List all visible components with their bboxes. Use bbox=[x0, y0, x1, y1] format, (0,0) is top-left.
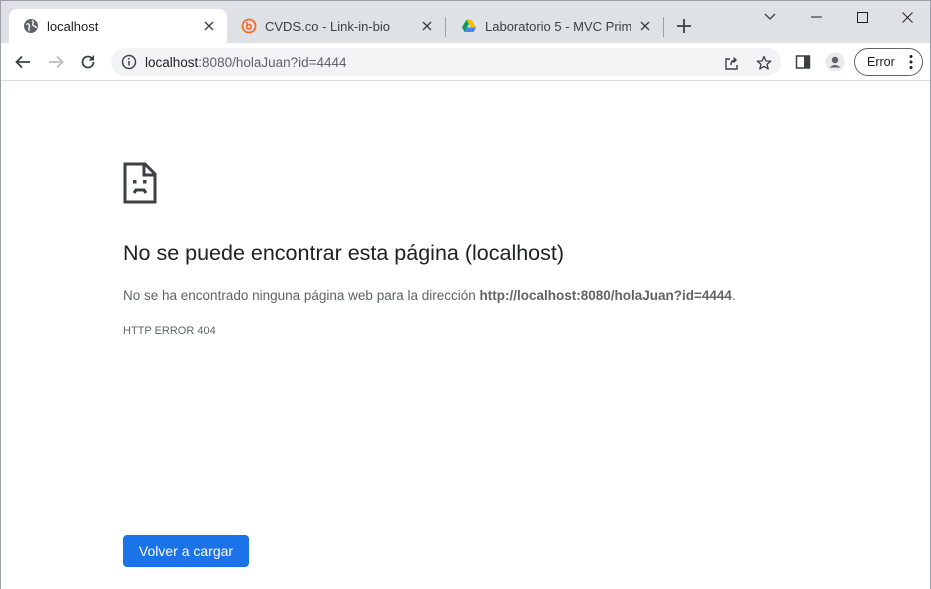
error-description-prefix: No se ha encontrado ninguna página web p… bbox=[123, 288, 480, 303]
error-code: HTTP ERROR 404 bbox=[123, 325, 216, 337]
arrow-right-icon bbox=[49, 55, 64, 69]
arrow-left-icon bbox=[15, 55, 30, 69]
share-icon[interactable] bbox=[723, 54, 741, 72]
tab-localhost[interactable]: localhost bbox=[9, 9, 227, 43]
page-content: No se puede encontrar esta página (local… bbox=[1, 82, 930, 589]
error-description: No se ha encontrado ninguna página web p… bbox=[123, 288, 736, 303]
side-panel-icon bbox=[795, 55, 811, 69]
reload-page-button[interactable]: Volver a cargar bbox=[123, 535, 249, 567]
google-drive-icon bbox=[461, 18, 477, 34]
tab-title: localhost bbox=[47, 18, 99, 34]
close-icon bbox=[901, 11, 913, 23]
avatar-icon bbox=[825, 52, 845, 72]
sad-page-icon bbox=[123, 162, 157, 204]
url-path: :8080/holaJuan?id=4444 bbox=[198, 54, 347, 70]
error-description-url: http://localhost:8080/holaJuan?id=4444 bbox=[479, 288, 732, 303]
back-button[interactable] bbox=[11, 50, 35, 74]
tab-cvds[interactable]: CVDS.co - Link-in-bio bbox=[227, 9, 445, 43]
tab-separator bbox=[663, 17, 664, 37]
error-title: No se puede encontrar esta página (local… bbox=[123, 241, 565, 265]
tab-separator bbox=[445, 17, 446, 37]
minimize-icon bbox=[810, 16, 822, 18]
error-description-suffix: . bbox=[731, 288, 736, 303]
browser-toolbar: localhost:8080/holaJuan?id=4444 Error bbox=[1, 43, 930, 81]
tab-strip: localhost CVDS.co - Link-in-bio Laborato… bbox=[1, 1, 930, 43]
profile-button[interactable] bbox=[825, 52, 845, 72]
chevron-down-icon bbox=[764, 13, 776, 20]
new-tab-button[interactable] bbox=[673, 15, 695, 37]
tab-laboratorio[interactable]: Laboratorio 5 - MVC Primefa bbox=[447, 9, 663, 43]
info-icon[interactable] bbox=[121, 54, 137, 70]
tab-search-button[interactable] bbox=[747, 1, 793, 33]
globe-icon bbox=[23, 18, 39, 34]
star-icon[interactable] bbox=[755, 54, 773, 72]
more-vertical-icon bbox=[909, 55, 913, 69]
close-window-button[interactable] bbox=[884, 1, 930, 33]
plus-icon bbox=[677, 19, 691, 33]
error-menu-button[interactable]: Error bbox=[854, 48, 923, 76]
tab-title: Laboratorio 5 - MVC Primefa bbox=[485, 18, 631, 34]
address-bar[interactable]: localhost:8080/holaJuan?id=4444 bbox=[111, 48, 781, 76]
bio-link-icon bbox=[241, 18, 257, 34]
side-panel-button[interactable] bbox=[793, 52, 813, 72]
url-text[interactable]: localhost:8080/holaJuan?id=4444 bbox=[145, 55, 781, 70]
close-icon[interactable] bbox=[419, 18, 435, 34]
maximize-button[interactable] bbox=[839, 1, 885, 33]
close-icon[interactable] bbox=[637, 18, 653, 34]
url-host: localhost bbox=[145, 54, 199, 70]
forward-button[interactable] bbox=[44, 50, 68, 74]
error-chip-label: Error bbox=[867, 55, 895, 69]
reload-icon bbox=[81, 55, 95, 69]
minimize-button[interactable] bbox=[793, 1, 839, 33]
browser-window: localhost CVDS.co - Link-in-bio Laborato… bbox=[0, 0, 931, 589]
close-icon[interactable] bbox=[201, 18, 217, 34]
reload-button[interactable] bbox=[76, 50, 100, 74]
maximize-icon bbox=[856, 11, 868, 23]
tab-title: CVDS.co - Link-in-bio bbox=[265, 18, 390, 34]
